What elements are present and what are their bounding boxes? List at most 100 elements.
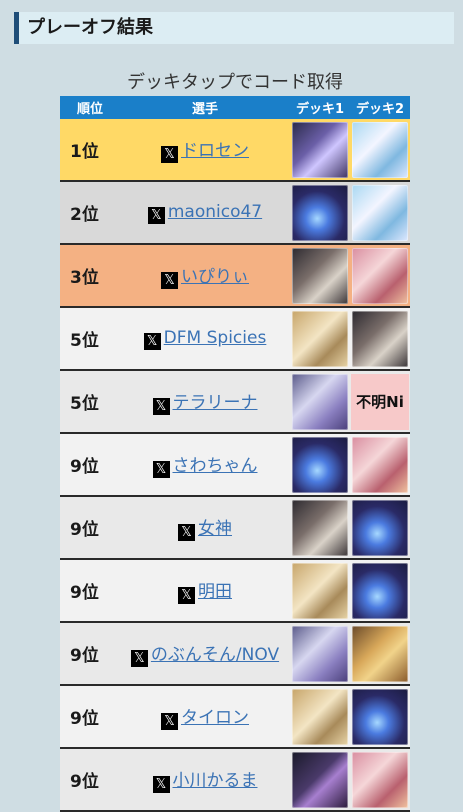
deck2-card-image[interactable]	[352, 247, 408, 304]
player-name: ドロセン	[181, 141, 249, 161]
table-row: 1位 𝕏 ドロセン	[60, 119, 410, 182]
deck1-card-image[interactable]	[292, 562, 348, 619]
player-link[interactable]: 𝕏 DFM Spicies	[143, 328, 266, 350]
header-deck2: デッキ2	[350, 96, 410, 119]
deck1-card-image[interactable]	[292, 688, 348, 745]
deck1-card-image[interactable]	[292, 436, 348, 493]
deck2-card-image[interactable]	[352, 562, 408, 619]
player-link[interactable]: 𝕏 いぴりぃ	[161, 267, 249, 289]
rank-cell: 5位	[60, 370, 120, 434]
deck2-cell[interactable]	[350, 685, 410, 749]
deck2-cell[interactable]	[350, 244, 410, 308]
player-name: テラリーナ	[172, 393, 258, 413]
deck2-card-image[interactable]	[352, 184, 408, 241]
deck2-cell[interactable]	[350, 181, 410, 245]
deck1-cell[interactable]	[290, 433, 350, 497]
deck1-cell[interactable]	[290, 748, 350, 812]
deck1-cell[interactable]	[290, 496, 350, 560]
player-link[interactable]: 𝕏 のぶんそん/NOV	[130, 645, 280, 667]
x-logo-icon: 𝕏	[161, 146, 178, 163]
deck2-cell[interactable]	[350, 748, 410, 812]
player-link[interactable]: 𝕏 明田	[178, 582, 232, 604]
table-row: 3位 𝕏 いぴりぃ	[60, 244, 410, 308]
deck1-card-image[interactable]	[292, 625, 348, 682]
player-name: maonico47	[167, 201, 263, 222]
player-cell: 𝕏 テラリーナ	[120, 370, 290, 434]
deck1-card-image[interactable]	[292, 121, 348, 178]
deck1-cell[interactable]	[290, 244, 350, 308]
player-link[interactable]: 𝕏 小川かるま	[152, 771, 258, 793]
deck1-card-image[interactable]	[292, 184, 348, 241]
playoff-results-table: 順位 選手 デッキ1 デッキ2 1位 𝕏 ドロセン 2位 𝕏maonico47 3位 𝕏 いぴ…	[60, 96, 410, 812]
rank-cell: 2位	[60, 181, 120, 245]
rank-cell: 9位	[60, 559, 120, 623]
player-name: 明田	[198, 582, 232, 602]
deck2-cell[interactable]	[350, 433, 410, 497]
table-row: 9位 𝕏 女神	[60, 496, 410, 560]
table-row: 9位 𝕏 小川かるま	[60, 748, 410, 812]
deck1-card-image[interactable]	[292, 751, 348, 808]
deck2-cell[interactable]	[350, 307, 410, 371]
deck2-card-image[interactable]	[352, 436, 408, 493]
player-name: いぴりぃ	[181, 267, 249, 287]
player-cell: 𝕏 のぶんそん/NOV	[120, 622, 290, 686]
deck1-cell[interactable]	[290, 559, 350, 623]
deck2-cell[interactable]	[350, 496, 410, 560]
player-link[interactable]: 𝕏maonico47	[147, 201, 263, 224]
rank-cell: 3位	[60, 244, 120, 308]
deck2-card-image[interactable]	[352, 625, 408, 682]
player-cell: 𝕏maonico47	[120, 181, 290, 245]
rank-cell: 9位	[60, 685, 120, 749]
deck2-card-image[interactable]	[352, 310, 408, 367]
deck1-cell[interactable]	[290, 307, 350, 371]
x-logo-icon: 𝕏	[152, 776, 170, 793]
deck2-card-image[interactable]	[352, 499, 408, 556]
player-link[interactable]: 𝕏 テラリーナ	[152, 393, 258, 415]
deck1-cell[interactable]	[290, 622, 350, 686]
player-name: 小川かるま	[172, 771, 258, 791]
rank-cell: 9位	[60, 622, 120, 686]
table-row: 5位 𝕏 テラリーナ 不明Ni	[60, 370, 410, 434]
table-header-row: 順位 選手 デッキ1 デッキ2	[60, 96, 410, 119]
header-player: 選手	[120, 96, 290, 119]
deck1-cell[interactable]	[290, 119, 350, 182]
x-logo-icon: 𝕏	[152, 461, 170, 478]
deck2-card-image[interactable]	[352, 121, 408, 178]
player-name: タイロン	[181, 708, 249, 728]
deck1-card-image[interactable]	[292, 499, 348, 556]
x-logo-icon: 𝕏	[147, 206, 165, 224]
rank-cell: 9位	[60, 496, 120, 560]
header-rank: 順位	[60, 96, 120, 119]
deck1-cell[interactable]	[290, 685, 350, 749]
table-row: 9位 𝕏 のぶんそん/NOV	[60, 622, 410, 686]
player-cell: 𝕏 女神	[120, 496, 290, 560]
player-cell: 𝕏 DFM Spicies	[120, 307, 290, 371]
x-logo-icon: 𝕏	[130, 650, 148, 667]
player-name: のぶんそん/NOV	[150, 645, 280, 665]
x-logo-icon: 𝕏	[161, 713, 178, 730]
table-row: 9位 𝕏 さわちゃん	[60, 433, 410, 497]
player-cell: 𝕏 明田	[120, 559, 290, 623]
deck1-cell[interactable]	[290, 181, 350, 245]
deck1-card-image[interactable]	[292, 310, 348, 367]
deck2-cell[interactable]	[350, 622, 410, 686]
player-link[interactable]: 𝕏 さわちゃん	[152, 456, 258, 478]
player-link[interactable]: 𝕏 タイロン	[161, 708, 249, 730]
player-link[interactable]: 𝕏 ドロセン	[161, 141, 249, 163]
table-row: 2位 𝕏maonico47	[60, 181, 410, 245]
player-name: さわちゃん	[172, 456, 258, 476]
x-logo-icon: 𝕏	[178, 587, 195, 604]
player-cell: 𝕏 ドロセン	[120, 119, 290, 182]
deck2-cell[interactable]	[350, 119, 410, 182]
deck1-cell[interactable]	[290, 370, 350, 434]
deck1-card-image[interactable]	[292, 247, 348, 304]
player-link[interactable]: 𝕏 女神	[178, 519, 232, 541]
deck2-card-image[interactable]	[352, 688, 408, 745]
deck2-card-image[interactable]	[352, 751, 408, 808]
x-logo-icon: 𝕏	[178, 524, 195, 541]
deck1-card-image[interactable]	[292, 373, 348, 430]
player-cell: 𝕏 小川かるま	[120, 748, 290, 812]
player-cell: 𝕏 さわちゃん	[120, 433, 290, 497]
deck2-cell[interactable]	[350, 559, 410, 623]
x-logo-icon: 𝕏	[161, 272, 178, 289]
